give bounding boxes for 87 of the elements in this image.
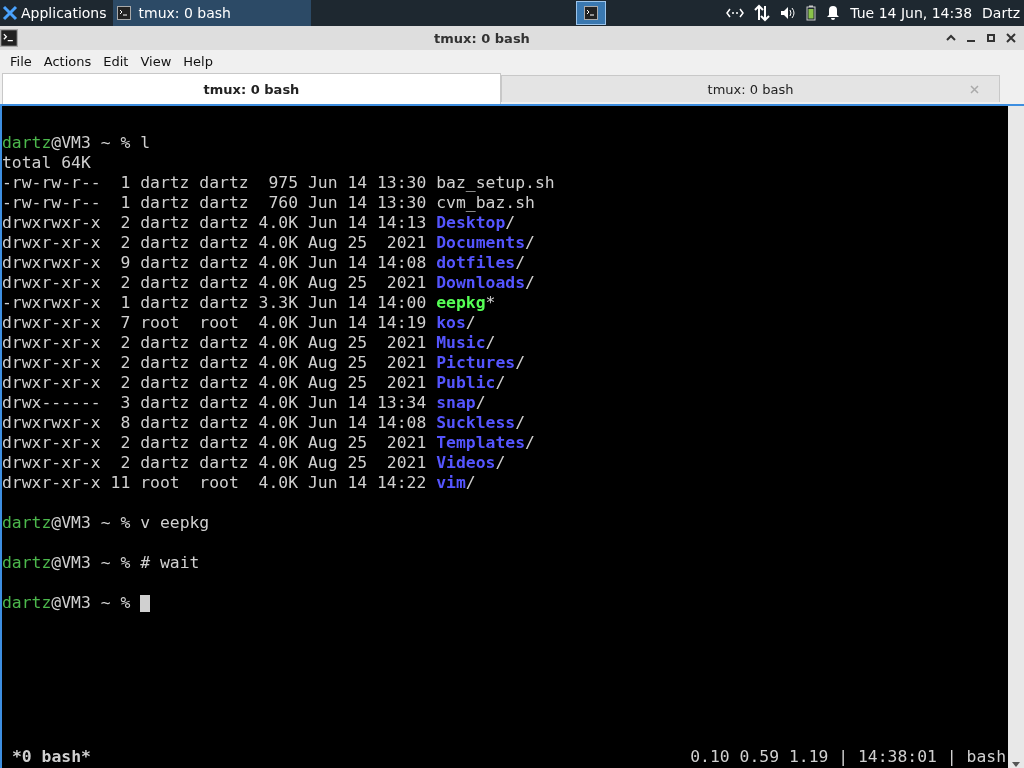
terminal-icon — [0, 29, 18, 47]
command-text: v eepkg — [140, 513, 210, 533]
file-suffix: / — [465, 313, 476, 333]
window-title: tmux: 0 bash — [433, 30, 531, 46]
transfer-arrows-icon[interactable] — [754, 4, 771, 22]
prompt-text: @VM3 ~ % — [51, 513, 132, 533]
menu-item[interactable]: Edit — [97, 54, 135, 69]
file-info: drwxrwxr-x 2 dartz dartz 4.0K Jun 14 14:13 — [2, 213, 428, 233]
command-text: # wait — [140, 553, 200, 573]
file-name: Public — [436, 373, 496, 393]
scrollbar[interactable] — [1008, 106, 1024, 768]
file-info: drwxr-xr-x 7 root root 4.0K Jun 14 14:19 — [2, 313, 428, 333]
taskbar-button[interactable]: tmux: 0 bash — [112, 0, 311, 26]
tab[interactable]: tmux: 0 bash — [501, 75, 1000, 102]
file-info: drwxr-xr-x 2 dartz dartz 4.0K Aug 25 2021 — [2, 433, 428, 453]
file-info: drwxr-xr-x 2 dartz dartz 4.0K Aug 25 2021 — [2, 233, 428, 253]
file-info: -rwxrwxr-x 1 dartz dartz 3.3K Jun 14 14:00 — [2, 293, 428, 313]
volume-icon[interactable] — [780, 6, 797, 20]
file-info: drwxr-xr-x 2 dartz dartz 4.0K Aug 25 2021 — [2, 373, 428, 393]
menu-item[interactable]: Actions — [37, 54, 98, 69]
terminal-icon — [584, 6, 599, 20]
file-suffix: / — [465, 473, 476, 493]
file-name: Pictures — [436, 353, 516, 373]
prompt-text: @VM3 ~ % — [51, 553, 132, 573]
shade-icon[interactable] — [946, 33, 956, 43]
prompt-user: dartz — [2, 513, 52, 533]
file-suffix: / — [525, 433, 535, 453]
file-info: drwxrwxr-x 8 dartz dartz 4.0K Jun 14 14:08 — [2, 413, 428, 433]
file-name: eepkg — [436, 293, 486, 313]
file-suffix: / — [515, 413, 526, 433]
file-name: kos — [436, 313, 466, 333]
file-name: dotfiles — [436, 253, 516, 273]
file-info: drwxr-xr-x 2 dartz dartz 4.0K Aug 25 2021 — [2, 333, 428, 353]
terminal-icon — [116, 6, 131, 20]
file-suffix: * — [485, 293, 496, 313]
menu-item[interactable]: File — [4, 54, 38, 69]
file-info: drwx------ 3 dartz dartz 4.0K Jun 14 13:34 — [2, 393, 428, 413]
command-text: l — [140, 133, 151, 153]
close-icon[interactable] — [1006, 33, 1016, 43]
xfce-logo-icon — [2, 5, 18, 21]
user-name[interactable]: Dartz — [982, 5, 1020, 21]
menu-item[interactable]: View — [134, 54, 178, 69]
file-name: Desktop — [436, 213, 506, 233]
file-suffix: / — [495, 373, 506, 393]
prompt-user: dartz — [2, 553, 52, 573]
file-suffix: / — [515, 353, 526, 373]
file-name: cvm_baz.sh — [436, 193, 535, 213]
file-name: snap — [436, 393, 476, 413]
file-name: Downloads — [436, 273, 525, 293]
file-info: drwxr-xr-x 2 dartz dartz 4.0K Aug 25 2021 — [2, 353, 428, 373]
tab[interactable]: tmux: 0 bash — [2, 73, 501, 104]
file-name: Suckless — [436, 413, 516, 433]
terminal-text: total 64K — [2, 153, 91, 173]
file-name: baz_setup.sh — [436, 173, 555, 193]
file-info: drwxr-xr-x 11 root root 4.0K Jun 14 14:22 — [2, 473, 428, 493]
network-icon[interactable] — [726, 7, 745, 19]
prompt-text: @VM3 ~ % — [51, 593, 132, 613]
file-name: Videos — [436, 453, 496, 473]
file-suffix: / — [485, 333, 496, 353]
scroll-down-icon[interactable] — [1011, 760, 1021, 768]
file-info: drwxrwxr-x 9 dartz dartz 4.0K Jun 14 14:08 — [2, 253, 428, 273]
file-info: -rw-rw-r-- 1 dartz dartz 760 Jun 14 13:30 — [2, 193, 428, 213]
notification-bell-icon[interactable] — [826, 5, 841, 21]
prompt-text: @VM3 ~ % — [51, 133, 132, 153]
battery-icon[interactable] — [806, 5, 817, 21]
menu-item[interactable]: Help — [177, 54, 219, 69]
file-suffix: / — [495, 453, 506, 473]
prompt-user: dartz — [2, 593, 52, 613]
file-suffix: / — [505, 213, 516, 233]
file-info: drwxr-xr-x 2 dartz dartz 4.0K Aug 25 2021 — [2, 273, 428, 293]
applications-menu[interactable]: Applications — [0, 0, 113, 26]
file-name: Templates — [436, 433, 525, 453]
clock[interactable]: Tue 14 Jun, 14:38 — [850, 5, 973, 21]
file-info: drwxr-xr-x 2 dartz dartz 4.0K Aug 25 2021 — [2, 453, 428, 473]
file-suffix: / — [525, 273, 535, 293]
tmux-window-list: *0 bash* — [12, 747, 91, 767]
workspace-switcher[interactable] — [576, 1, 607, 25]
maximize-icon[interactable] — [986, 33, 996, 43]
file-suffix: / — [515, 253, 526, 273]
file-info: -rw-rw-r-- 1 dartz dartz 975 Jun 14 13:30 — [2, 173, 428, 193]
file-suffix: / — [525, 233, 535, 253]
file-suffix: / — [475, 393, 486, 413]
prompt-user: dartz — [2, 133, 52, 153]
file-name: Music — [436, 333, 486, 353]
tmux-status-info: 0.10 0.59 1.19 | 14:38:01 | bash — [690, 747, 1006, 767]
file-name: Documents — [436, 233, 525, 253]
file-name: vim — [436, 473, 466, 493]
